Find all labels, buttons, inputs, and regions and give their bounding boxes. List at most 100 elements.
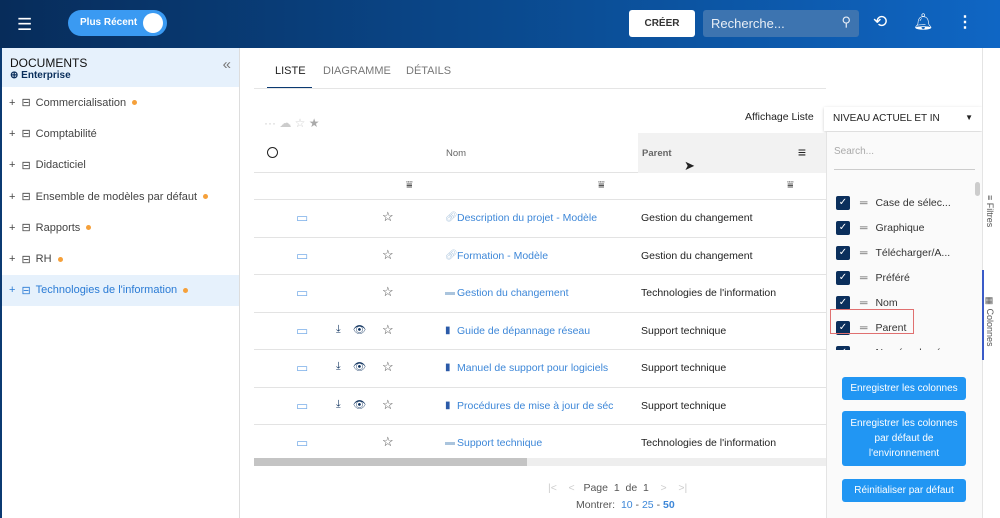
document-name-link[interactable]: Description du projet - Modèle bbox=[457, 212, 597, 224]
filter-icon[interactable]: ⩸ bbox=[406, 179, 413, 192]
star-icon[interactable]: ☆ bbox=[382, 359, 394, 375]
checkbox-checked-icon[interactable]: ✓ bbox=[836, 245, 850, 260]
download-icon[interactable]: ⤓ bbox=[336, 398, 341, 411]
plus-recent-toggle[interactable]: Plus Récent bbox=[68, 10, 167, 36]
checkbox-checked-icon[interactable]: ✓ bbox=[836, 345, 850, 350]
eye-icon[interactable]: 👁︎ bbox=[353, 323, 366, 336]
save-columns-button[interactable]: Enregistrer les colonnes bbox=[842, 377, 966, 400]
star-icon[interactable]: ☆ bbox=[382, 284, 394, 300]
checkbox-checked-icon[interactable]: ✓ bbox=[836, 295, 850, 310]
tab-details[interactable]: DÉTAILS bbox=[406, 65, 451, 77]
tab-diagramme[interactable]: DIAGRAMME bbox=[323, 65, 391, 77]
document-name-link[interactable]: Support technique bbox=[457, 437, 542, 449]
expand-icon[interactable]: + bbox=[9, 159, 15, 171]
prev-page-icon[interactable]: < bbox=[569, 482, 575, 494]
document-name-link[interactable]: Manuel de support pour logiciels bbox=[457, 362, 608, 374]
search-input[interactable]: Recherche... ⚲ bbox=[703, 10, 859, 37]
last-page-icon[interactable]: >| bbox=[678, 482, 687, 494]
menu-icon[interactable]: ☰ bbox=[17, 15, 32, 35]
header-nom[interactable]: Nom bbox=[446, 148, 466, 159]
size-10[interactable]: 10 bbox=[621, 499, 633, 511]
size-50[interactable]: 50 bbox=[663, 499, 675, 511]
document-name-link[interactable]: Formation - Modèle bbox=[457, 250, 548, 262]
bell-icon[interactable]: 🔔︎ bbox=[913, 12, 933, 32]
table-row[interactable]: ▭ ☆ ▬ Gestion du changement Technologies de … bbox=[254, 275, 826, 313]
columns-scrollbar[interactable] bbox=[975, 182, 980, 196]
next-page-icon[interactable]: > bbox=[661, 482, 667, 494]
select-all-radio[interactable] bbox=[267, 147, 278, 158]
column-toggle-item[interactable]: ✓ ═ Graphique bbox=[827, 215, 982, 240]
star-icon[interactable]: ☆ bbox=[382, 434, 394, 450]
table-row[interactable]: ▭ ☆ 🔗︎ Description du projet - Modèle Gestio… bbox=[254, 200, 826, 238]
sidebar-item[interactable]: + ⊟ Rapports bbox=[2, 212, 239, 243]
star-icon[interactable]: ☆ bbox=[382, 209, 394, 225]
monitor-icon[interactable]: ▭ bbox=[296, 323, 308, 339]
drag-handle-icon[interactable]: ═ bbox=[860, 272, 867, 284]
sidebar-item[interactable]: + ⊟ Commercialisation bbox=[2, 87, 239, 118]
scrollbar-thumb[interactable] bbox=[254, 458, 527, 466]
drag-handle-icon[interactable]: ═ bbox=[860, 222, 867, 234]
column-toggle-item[interactable]: ✓ ═ Numéro de sér... bbox=[827, 340, 982, 350]
columns-side-tab[interactable]: ▦ Colonnes bbox=[985, 296, 995, 347]
collapse-icon[interactable]: « bbox=[223, 56, 231, 73]
checkbox-checked-icon[interactable]: ✓ bbox=[836, 195, 850, 210]
search-icon[interactable]: ⚲ bbox=[841, 14, 851, 30]
download-icon[interactable]: ⤓ bbox=[336, 360, 341, 373]
table-row[interactable]: ▭ ⤓ 👁︎ ☆ ▮ Manuel de support pour logiciels Su… bbox=[254, 350, 826, 388]
monitor-icon[interactable]: ▭ bbox=[296, 360, 308, 376]
monitor-icon[interactable]: ▭ bbox=[296, 210, 308, 226]
expand-icon[interactable]: + bbox=[9, 97, 15, 109]
column-toggle-item[interactable]: ✓ ═ Télécharger/A... bbox=[827, 240, 982, 265]
column-toggle-item[interactable]: ✓ ═ Préféré bbox=[827, 265, 982, 290]
header-parent[interactable]: Parent ≡ bbox=[638, 133, 826, 173]
eye-icon[interactable]: 👁︎ bbox=[353, 398, 366, 411]
monitor-icon[interactable]: ▭ bbox=[296, 435, 308, 451]
more-icon[interactable]: ⋮ bbox=[957, 12, 973, 32]
table-row[interactable]: ▭ ⤓ 👁︎ ☆ ▮ Procédures de mise à jour de séc Su… bbox=[254, 388, 826, 425]
drag-handle-icon[interactable]: ═ bbox=[860, 347, 867, 351]
reset-default-button[interactable]: Réinitialiser par défaut bbox=[842, 479, 966, 502]
sidebar-item[interactable]: + ⊟ Comptabilité bbox=[2, 118, 239, 149]
monitor-icon[interactable]: ▭ bbox=[296, 285, 308, 301]
document-name-link[interactable]: Gestion du changement bbox=[457, 287, 569, 299]
sidebar-item[interactable]: + ⊟ Ensemble de modèles par défaut bbox=[2, 181, 239, 212]
columns-search[interactable]: Search... bbox=[834, 140, 975, 170]
first-page-icon[interactable]: |< bbox=[548, 482, 557, 494]
create-button[interactable]: CRÉER bbox=[629, 10, 695, 37]
expand-icon[interactable]: + bbox=[9, 128, 15, 140]
view-select[interactable]: NIVEAU ACTUEL ET IN ▼ bbox=[824, 107, 982, 131]
table-row[interactable]: ▭ ☆ ▬ Support technique Technologies de l'in… bbox=[254, 425, 826, 463]
sidebar-item[interactable]: + ⊟ RH bbox=[2, 243, 239, 274]
download-icon[interactable]: ⤓ bbox=[336, 323, 341, 336]
star-icon[interactable]: ☆ bbox=[382, 247, 394, 263]
horizontal-scrollbar[interactable] bbox=[254, 458, 826, 466]
expand-icon[interactable]: + bbox=[9, 191, 15, 203]
drag-handle-icon[interactable]: ═ bbox=[860, 197, 867, 209]
expand-icon[interactable]: + bbox=[9, 284, 15, 296]
table-row[interactable]: ▭ ☆ 🔗︎ Formation - Modèle Gestion du changem… bbox=[254, 238, 826, 275]
monitor-icon[interactable]: ▭ bbox=[296, 398, 308, 414]
drag-handle-icon[interactable]: ═ bbox=[860, 247, 867, 259]
column-menu-icon[interactable]: ≡ bbox=[798, 144, 806, 160]
sidebar-item[interactable]: + ⊟ Technologies de l'information bbox=[2, 274, 239, 307]
history-icon[interactable]: ⟲ bbox=[873, 12, 887, 32]
checkbox-checked-icon[interactable]: ✓ bbox=[836, 220, 850, 235]
drag-handle-icon[interactable]: ═ bbox=[860, 297, 867, 309]
monitor-icon[interactable]: ▭ bbox=[296, 248, 308, 264]
star-icon[interactable]: ☆ bbox=[382, 322, 394, 338]
filters-side-tab[interactable]: ≡ Filtres bbox=[985, 195, 995, 227]
sidebar-item[interactable]: + ⊟ Didacticiel bbox=[2, 150, 239, 181]
expand-icon[interactable]: + bbox=[9, 253, 15, 265]
table-row[interactable]: ▭ ⤓ 👁︎ ☆ ▮ Guide de dépannage réseau Support t… bbox=[254, 313, 826, 350]
checkbox-checked-icon[interactable]: ✓ bbox=[836, 270, 850, 285]
filter-icon[interactable]: ⩸ bbox=[598, 179, 605, 192]
eye-icon[interactable]: 👁︎ bbox=[353, 360, 366, 373]
star-icon[interactable]: ☆ bbox=[382, 397, 394, 413]
document-name-link[interactable]: Guide de dépannage réseau bbox=[457, 325, 590, 337]
filter-icon[interactable]: ⩸ bbox=[787, 179, 794, 192]
tab-liste[interactable]: LISTE bbox=[275, 65, 306, 77]
size-25[interactable]: 25 bbox=[642, 499, 654, 511]
column-toggle-item[interactable]: ✓ ═ Case de sélec... bbox=[827, 190, 982, 215]
expand-icon[interactable]: + bbox=[9, 222, 15, 234]
save-default-columns-button[interactable]: Enregistrer les colonnes par défaut de l… bbox=[842, 411, 966, 466]
